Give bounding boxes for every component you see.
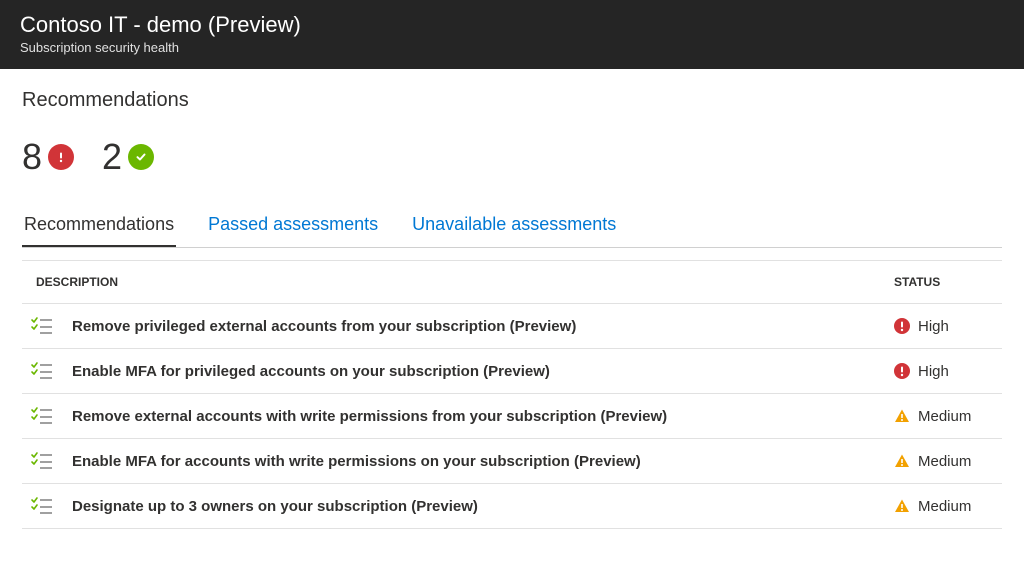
checklist-icon [30,496,54,516]
tabs: Recommendations Passed assessments Unava… [22,214,1002,248]
alert-count: 8 [22,136,74,178]
page-header: Contoso IT - demo (Preview) Subscription… [0,0,1024,69]
content-area: Recommendations 8 2 Recommendations Pass… [0,69,1024,529]
status-label: High [918,318,949,335]
warning-icon [894,453,910,469]
row-description: Designate up to 3 owners on your subscri… [72,498,894,515]
alert-icon [48,144,74,170]
passed-count-number: 2 [102,136,122,178]
status-label: Medium [918,498,971,515]
section-title: Recommendations [22,89,1002,112]
check-icon [128,144,154,170]
recommendations-table: Description Status Remove privileged ext… [22,260,1002,529]
tab-recommendations[interactable]: Recommendations [22,214,176,247]
row-status: High [894,363,994,380]
checklist-icon [30,316,54,336]
tab-passed-assessments[interactable]: Passed assessments [206,214,380,247]
status-label: High [918,363,949,380]
passed-count: 2 [102,136,154,178]
row-status: High [894,318,994,335]
page-subtitle: Subscription security health [20,40,1004,55]
table-row[interactable]: Enable MFA for privileged accounts on yo… [22,349,1002,394]
table-row[interactable]: Designate up to 3 owners on your subscri… [22,484,1002,529]
row-status: Medium [894,408,994,425]
page-title: Contoso IT - demo (Preview) [20,12,1004,38]
row-description: Remove privileged external accounts from… [72,318,894,335]
row-description: Enable MFA for accounts with write permi… [72,453,894,470]
status-label: Medium [918,408,971,425]
alert-icon [894,363,910,379]
table-header: Description Status [22,260,1002,304]
warning-icon [894,408,910,424]
status-label: Medium [918,453,971,470]
row-description: Enable MFA for privileged accounts on yo… [72,363,894,380]
row-description: Remove external accounts with write perm… [72,408,894,425]
warning-icon [894,498,910,514]
checklist-icon [30,406,54,426]
checklist-icon [30,451,54,471]
col-header-status[interactable]: Status [894,275,994,289]
table-row[interactable]: Remove external accounts with write perm… [22,394,1002,439]
row-status: Medium [894,453,994,470]
col-header-description[interactable]: Description [30,275,894,289]
table-row[interactable]: Enable MFA for accounts with write permi… [22,439,1002,484]
tab-unavailable-assessments[interactable]: Unavailable assessments [410,214,618,247]
row-status: Medium [894,498,994,515]
alert-icon [894,318,910,334]
summary-counts: 8 2 [22,136,1002,178]
alert-count-number: 8 [22,136,42,178]
checklist-icon [30,361,54,381]
table-row[interactable]: Remove privileged external accounts from… [22,304,1002,349]
